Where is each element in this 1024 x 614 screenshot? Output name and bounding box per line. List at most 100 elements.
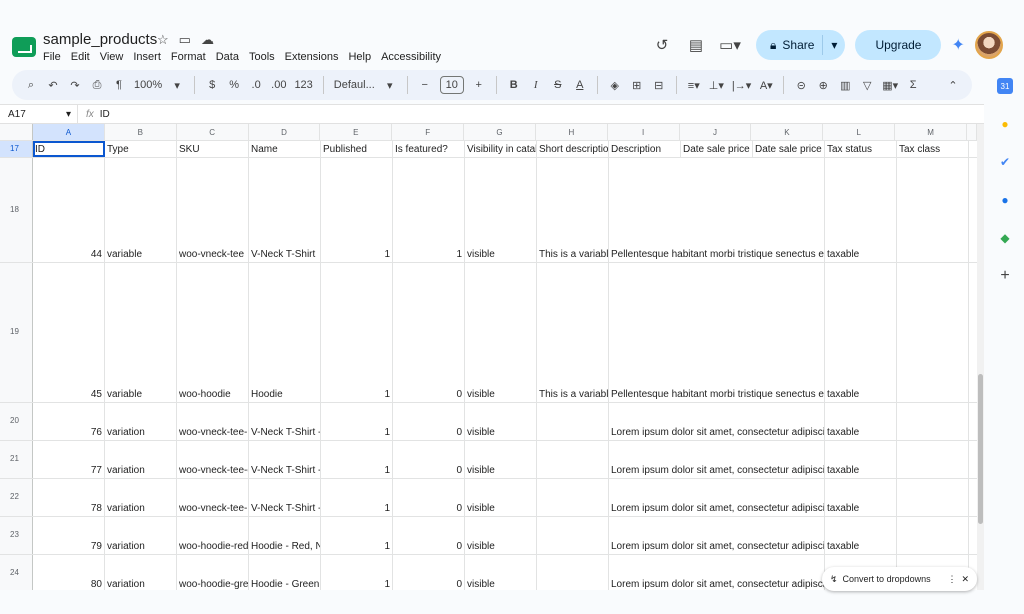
more-options-icon[interactable]: ⋮ [947,574,956,585]
cell[interactable]: 1 [321,517,393,554]
cell[interactable]: V-Neck T-Shirt [249,158,321,262]
upgrade-button[interactable]: Upgrade [855,30,942,60]
column-header-h[interactable]: H [535,124,608,140]
menu-format[interactable]: Format [171,51,206,63]
search-menus-icon[interactable]: ⌕ [24,75,38,95]
cell[interactable] [537,555,609,590]
column-header-n[interactable] [966,124,977,140]
cell[interactable]: Type [105,141,177,157]
column-header-e[interactable]: E [320,124,393,140]
column-header-j[interactable]: J [679,124,752,140]
cell[interactable]: Short description [537,141,609,157]
undo-icon[interactable]: ↶ [46,75,60,95]
column-header-i[interactable]: I [607,124,680,140]
cell[interactable]: 1 [321,441,393,478]
insert-chart-icon[interactable]: ▥ [838,75,852,95]
cell[interactable]: V-Neck T-Shirt - [249,441,321,478]
menu-file[interactable]: File [43,51,61,63]
cell[interactable] [897,517,969,554]
cell[interactable] [537,441,609,478]
filter-icon[interactable]: ▽ [860,75,874,95]
cell[interactable]: variation [105,403,177,440]
name-box-dropdown-icon[interactable]: ▾ [66,109,71,120]
vertical-align-icon[interactable]: ⊥▾ [709,75,724,95]
cell[interactable]: 0 [393,441,465,478]
cell[interactable]: 0 [393,479,465,516]
comments-icon[interactable]: ▤ [684,33,708,57]
row-number[interactable]: 22 [0,479,33,516]
cell[interactable]: woo-hoodie-gree [177,555,249,590]
history-icon[interactable]: ↺ [650,33,674,57]
menu-edit[interactable]: Edit [71,51,90,63]
document-title[interactable]: sample_products [43,31,157,48]
cell[interactable]: woo-vneck-tee-g [177,441,249,478]
cell[interactable]: Is featured? [393,141,465,157]
cell[interactable]: Date sale price s [681,141,753,157]
cell[interactable]: visible [465,555,537,590]
italic-button[interactable]: I [529,75,543,95]
font-size-input[interactable]: 10 [439,76,464,94]
cell[interactable] [897,158,969,262]
cell[interactable]: Date sale price e [753,141,825,157]
cell[interactable]: Pellentesque habitant morbi tristique se… [609,263,825,402]
cell[interactable]: Lorem ipsum dolor sit amet, consectetur … [609,555,825,590]
share-button[interactable]: 🔒︎ Share ▾ [756,30,846,60]
close-icon[interactable]: ✕ [961,574,969,585]
cell[interactable]: 0 [393,263,465,402]
cell[interactable] [897,441,969,478]
cell[interactable] [537,479,609,516]
avatar[interactable] [974,31,1003,59]
contacts-icon[interactable]: ● [997,192,1013,208]
collapse-toolbar-icon[interactable]: ⌃ [946,75,960,95]
cell[interactable]: 1 [321,479,393,516]
column-header-k[interactable]: K [751,124,824,140]
cell[interactable]: taxable [825,403,897,440]
move-folder-icon[interactable]: ▭ [179,32,191,48]
cell[interactable]: 1 [321,158,393,262]
cell[interactable]: Tax class [897,141,969,157]
font-dropdown-icon[interactable]: ▾ [383,75,397,95]
cell[interactable]: woo-vneck-tee-r [177,403,249,440]
cell[interactable]: 78 [33,479,105,516]
cell[interactable]: taxable [825,479,897,516]
share-dropdown-icon[interactable]: ▾ [831,38,837,52]
merge-cells-icon[interactable]: ⊟ [652,75,666,95]
cell[interactable]: 0 [393,403,465,440]
calendar-icon[interactable]: 31 [997,78,1013,94]
cell[interactable] [537,403,609,440]
name-box[interactable]: A17 ▾ [0,105,78,123]
cell[interactable]: 79 [33,517,105,554]
cell[interactable]: This is a variable [537,158,609,262]
menu-extensions[interactable]: Extensions [285,51,339,63]
borders-icon[interactable]: ⊞ [630,75,644,95]
menu-view[interactable]: View [100,51,124,63]
functions-button[interactable]: Σ [906,75,920,95]
decrease-decimal-button[interactable]: .0 [249,75,263,95]
cell[interactable]: Hoodie - Red, N [249,517,321,554]
cell[interactable]: Lorem ipsum dolor sit amet, consectetur … [609,403,825,440]
cell[interactable]: visible [465,158,537,262]
strikethrough-icon[interactable]: S [551,75,565,95]
cell[interactable]: Description [609,141,681,157]
keep-icon[interactable]: ● [997,116,1013,132]
insert-link-icon[interactable]: ⊝ [794,75,808,95]
cell[interactable]: Hoodie [249,263,321,402]
font-size-increase-icon[interactable]: + [472,75,486,95]
cell[interactable]: visible [465,479,537,516]
cell[interactable]: variable [105,263,177,402]
cell[interactable]: taxable [825,263,897,402]
redo-icon[interactable]: ↷ [68,75,82,95]
cell[interactable]: 80 [33,555,105,590]
cell[interactable]: 1 [321,555,393,590]
sheets-logo-icon[interactable] [12,37,36,57]
cell[interactable]: variation [105,441,177,478]
cell[interactable]: visible [465,263,537,402]
cell[interactable]: woo-vneck-tee [177,158,249,262]
cell[interactable]: ID [33,141,105,157]
text-rotation-icon[interactable]: A▾ [759,75,773,95]
convert-to-dropdowns-chip[interactable]: ↯ Convert to dropdowns ⋮ ✕ [822,567,977,591]
row-number[interactable]: 23 [0,517,33,554]
menu-insert[interactable]: Insert [133,51,161,63]
column-header-d[interactable]: D [248,124,321,140]
cell[interactable]: V-Neck T-Shirt - [249,403,321,440]
